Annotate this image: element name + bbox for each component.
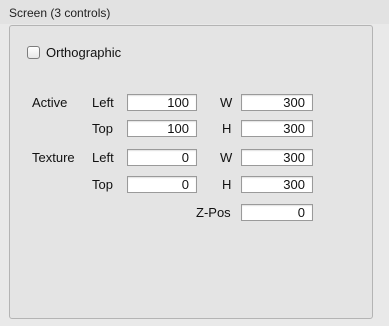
texture-w-label: W bbox=[220, 150, 233, 165]
zpos-field[interactable]: 0 bbox=[241, 204, 313, 221]
texture-top-field[interactable]: 0 bbox=[127, 176, 197, 193]
zpos-label: Z-Pos bbox=[196, 205, 231, 220]
section-title: Screen (3 controls) bbox=[9, 6, 111, 20]
active-left-label: Left bbox=[92, 95, 114, 110]
orthographic-checkbox-row[interactable]: Orthographic bbox=[27, 43, 121, 61]
orthographic-label: Orthographic bbox=[46, 44, 122, 60]
active-top-field[interactable]: 100 bbox=[127, 120, 197, 137]
texture-left-label: Left bbox=[92, 150, 114, 165]
active-h-label: H bbox=[222, 121, 232, 136]
active-top-label: Top bbox=[92, 121, 113, 136]
texture-h-label: H bbox=[222, 177, 232, 192]
screen-controls-panel bbox=[9, 25, 373, 319]
section-header: Screen (3 controls) bbox=[0, 0, 389, 24]
texture-width-field[interactable]: 300 bbox=[241, 149, 313, 166]
active-width-field[interactable]: 300 bbox=[241, 94, 313, 111]
texture-height-field[interactable]: 300 bbox=[241, 176, 313, 193]
active-height-field[interactable]: 300 bbox=[241, 120, 313, 137]
active-group-label: Active bbox=[32, 95, 68, 110]
texture-left-field[interactable]: 0 bbox=[127, 149, 197, 166]
active-w-label: W bbox=[220, 95, 233, 110]
texture-group-label: Texture bbox=[32, 150, 75, 165]
orthographic-checkbox[interactable] bbox=[27, 45, 40, 59]
active-left-field[interactable]: 100 bbox=[127, 94, 197, 111]
texture-top-label: Top bbox=[92, 177, 113, 192]
